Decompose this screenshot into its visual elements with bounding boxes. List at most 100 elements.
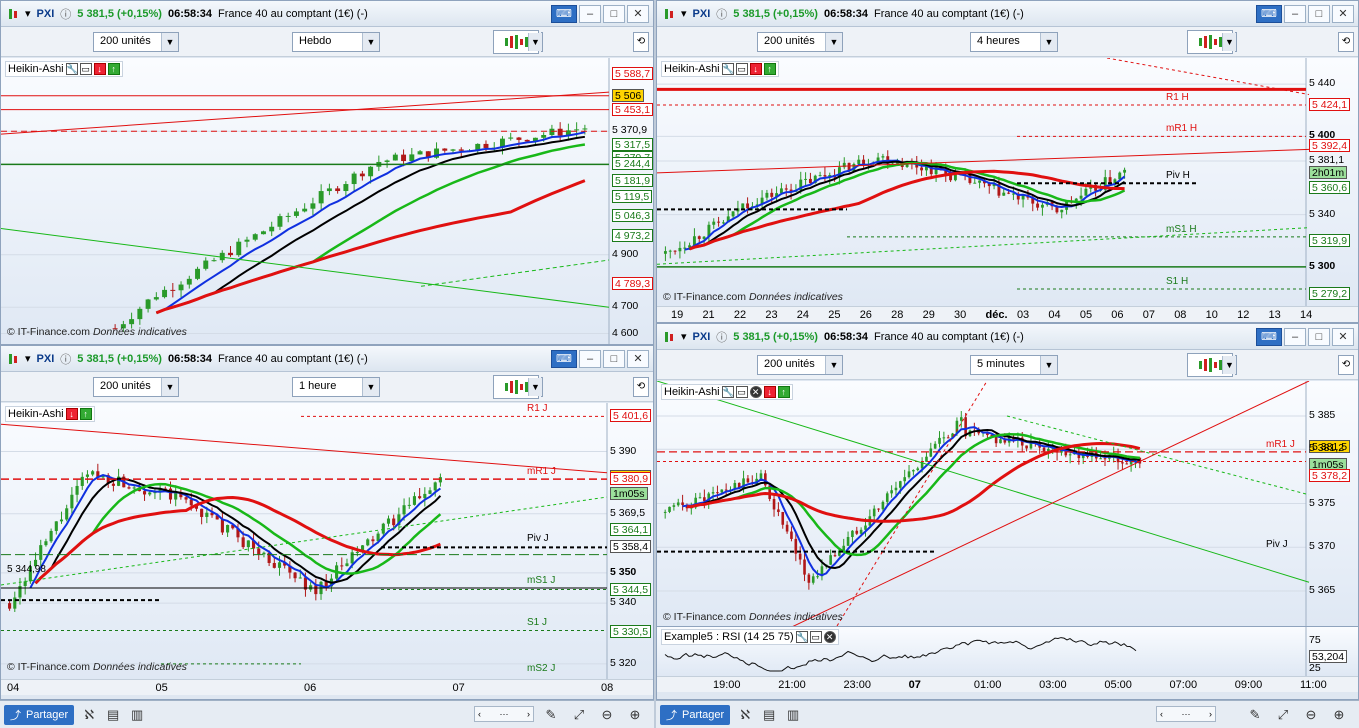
chart-area[interactable]: Heikin-Ashi 🔧 ▭ ↓ ↑ © IT-Finance.com Données… [1, 58, 653, 344]
arrow-down-icon[interactable]: ↓ [763, 386, 776, 398]
candle-body [999, 439, 1002, 444]
candle-body [340, 565, 344, 567]
arrow-up-icon[interactable]: ↑ [107, 63, 120, 75]
x-axis-label: 26 [859, 309, 872, 321]
arrow-down-icon[interactable]: ↓ [65, 408, 78, 420]
cursor-icon[interactable]: ℵ [80, 706, 98, 724]
info-icon[interactable]: ⓘ [60, 351, 71, 367]
wrench-icon[interactable]: 🔧 [721, 63, 734, 75]
cursor-icon[interactable]: ℵ [736, 706, 754, 724]
chart-style-arrow[interactable]: ▼ [528, 32, 543, 52]
info-icon[interactable]: ⓘ [716, 329, 727, 345]
rotate-icon[interactable]: ⟲ [633, 377, 649, 397]
window-titlebar[interactable]: ▾ PXI ⓘ 5 381,5 (+0,15%) 06:58:34 France… [657, 1, 1358, 27]
rsi-panel[interactable]: Example5 : RSI (14 25 75) 🔧 ▭ ✕ 75 53,204 25 [657, 626, 1358, 676]
chart-style-arrow[interactable]: ▼ [528, 377, 543, 397]
dropdown-arrow-icon[interactable]: ▾ [25, 7, 31, 20]
zoom-in-icon[interactable]: ⊕ [626, 706, 644, 724]
units-select[interactable]: 200 unités ▼ [93, 32, 179, 52]
maximize-button[interactable]: □ [1308, 328, 1330, 346]
period-select[interactable]: 4 heures ▼ [970, 32, 1058, 52]
zoom-fit-icon[interactable]: ⤢ [1274, 706, 1292, 724]
maximize-button[interactable]: □ [1308, 5, 1330, 23]
x-axis[interactable]: 19 21 22 23 24 25 26 28 29 30 déc. 03 04 05 06 07 08 10 12… [657, 306, 1358, 322]
window-titlebar[interactable]: ▾ PXI ⓘ 5 381,5 (+0,15%) 06:58:34 France… [1, 346, 653, 372]
dropdown-arrow-icon[interactable]: ▾ [681, 330, 687, 343]
period-select[interactable]: Hebdo ▼ [292, 32, 380, 52]
arrow-up-icon[interactable]: ↑ [79, 408, 92, 420]
maximize-button[interactable]: □ [603, 5, 625, 23]
arrow-up-icon[interactable]: ↑ [777, 386, 790, 398]
time-scrollbar[interactable]: ‹ ··· › [1156, 706, 1216, 722]
zoom-out-icon[interactable]: ⊖ [598, 706, 616, 724]
zoom-out-icon[interactable]: ⊖ [1302, 706, 1320, 724]
window-icon[interactable]: ▭ [735, 63, 748, 75]
chevron-down-icon: ▼ [1222, 356, 1236, 374]
arrow-up-icon[interactable]: ↑ [763, 63, 776, 75]
window-titlebar[interactable]: ▾ PXI ⓘ 5 381,5 (+0,15%) 06:58:34 France… [657, 324, 1358, 350]
candle-body [663, 511, 667, 513]
chart-area[interactable]: Heikin-Ashi 🔧 ▭ ↓ ↑ © IT-Finance.com Données… [657, 58, 1358, 306]
chart-area[interactable]: Heikin-Ashi ↓ ↑ © IT-Finance.com Données i… [1, 403, 653, 679]
share-button[interactable]: ⤴ Partager [4, 704, 75, 725]
candle-body [1079, 195, 1083, 199]
candle-body [1002, 192, 1006, 196]
wrench-icon[interactable]: 🔧 [795, 631, 808, 643]
x-axis[interactable]: 19:00 21:00 23:00 07 01:00 03:00 05:00 07:00 09:… [657, 676, 1358, 692]
rotate-icon[interactable]: ⟲ [1338, 32, 1354, 52]
keyboard-icon[interactable]: ⌨ [1256, 5, 1282, 23]
minimize-button[interactable]: – [579, 350, 601, 368]
minimize-button[interactable]: – [1284, 328, 1306, 346]
price-chart-svg [657, 381, 1310, 626]
zoom-fit-icon[interactable]: ⤢ [570, 706, 588, 724]
units-select[interactable]: 200 unités ▼ [757, 32, 843, 52]
wrench-icon[interactable]: 🔧 [721, 386, 734, 398]
period-select[interactable]: 1 heure ▼ [292, 377, 380, 397]
close-icon[interactable]: ✕ [749, 386, 762, 398]
chart-area[interactable]: Heikin-Ashi 🔧 ▭ ✕ ↓ ↑ © IT-Finance.com Donnée… [657, 381, 1358, 626]
close-button[interactable]: ✕ [627, 5, 649, 23]
x-axis[interactable]: 04 05 06 07 08 [1, 679, 653, 695]
bars-icon[interactable]: ▥ [128, 706, 146, 724]
window-icon[interactable]: ▭ [809, 631, 822, 643]
window-titlebar[interactable]: ▾ PXI ⓘ 5 381,5 (+0,15%) 06:58:34 France… [1, 1, 653, 27]
chart-style-arrow[interactable]: ▼ [1222, 32, 1237, 52]
share-button[interactable]: ⤴ Partager [660, 704, 731, 725]
bars-icon[interactable]: ▥ [784, 706, 802, 724]
maximize-button[interactable]: □ [603, 350, 625, 368]
chart-style-arrow[interactable]: ▼ [1222, 355, 1237, 375]
keyboard-icon[interactable]: ⌨ [551, 350, 577, 368]
close-icon[interactable]: ✕ [823, 631, 836, 643]
arrow-down-icon[interactable]: ↓ [749, 63, 762, 75]
arrow-down-icon[interactable]: ↓ [93, 63, 106, 75]
keyboard-icon[interactable]: ⌨ [551, 5, 577, 23]
units-select[interactable]: 200 unités ▼ [93, 377, 179, 397]
close-button[interactable]: ✕ [1332, 328, 1354, 346]
dropdown-arrow-icon[interactable]: ▾ [25, 352, 31, 365]
draw-icon[interactable]: ✎ [542, 706, 560, 724]
draw-icon[interactable]: ✎ [1246, 706, 1264, 724]
close-button[interactable]: ✕ [1332, 5, 1354, 23]
zoom-in-icon[interactable]: ⊕ [1330, 706, 1348, 724]
info-icon[interactable]: ⓘ [716, 6, 727, 22]
rotate-icon[interactable]: ⟲ [633, 32, 649, 52]
window-icon[interactable]: ▭ [79, 63, 92, 75]
notebook-icon[interactable]: ▤ [104, 706, 122, 724]
rotate-icon[interactable]: ⟲ [1338, 355, 1354, 375]
notebook-icon[interactable]: ▤ [760, 706, 778, 724]
info-icon[interactable]: ⓘ [60, 6, 71, 22]
y-axis-label: 5 378,2 [1309, 468, 1351, 482]
x-axis-label: 06 [1111, 309, 1124, 321]
keyboard-icon[interactable]: ⌨ [1256, 328, 1282, 346]
minimize-button[interactable]: – [579, 5, 601, 23]
units-select[interactable]: 200 unités ▼ [757, 355, 843, 375]
period-select[interactable]: 5 minutes ▼ [970, 355, 1058, 375]
window-icon[interactable]: ▭ [735, 386, 748, 398]
minimize-button[interactable]: – [1284, 5, 1306, 23]
close-button[interactable]: ✕ [627, 350, 649, 368]
time-scrollbar[interactable]: ‹ ··· › [474, 706, 534, 722]
candle-body [285, 215, 291, 217]
dropdown-arrow-icon[interactable]: ▾ [681, 7, 687, 20]
candle-body [226, 524, 230, 533]
wrench-icon[interactable]: 🔧 [65, 63, 78, 75]
